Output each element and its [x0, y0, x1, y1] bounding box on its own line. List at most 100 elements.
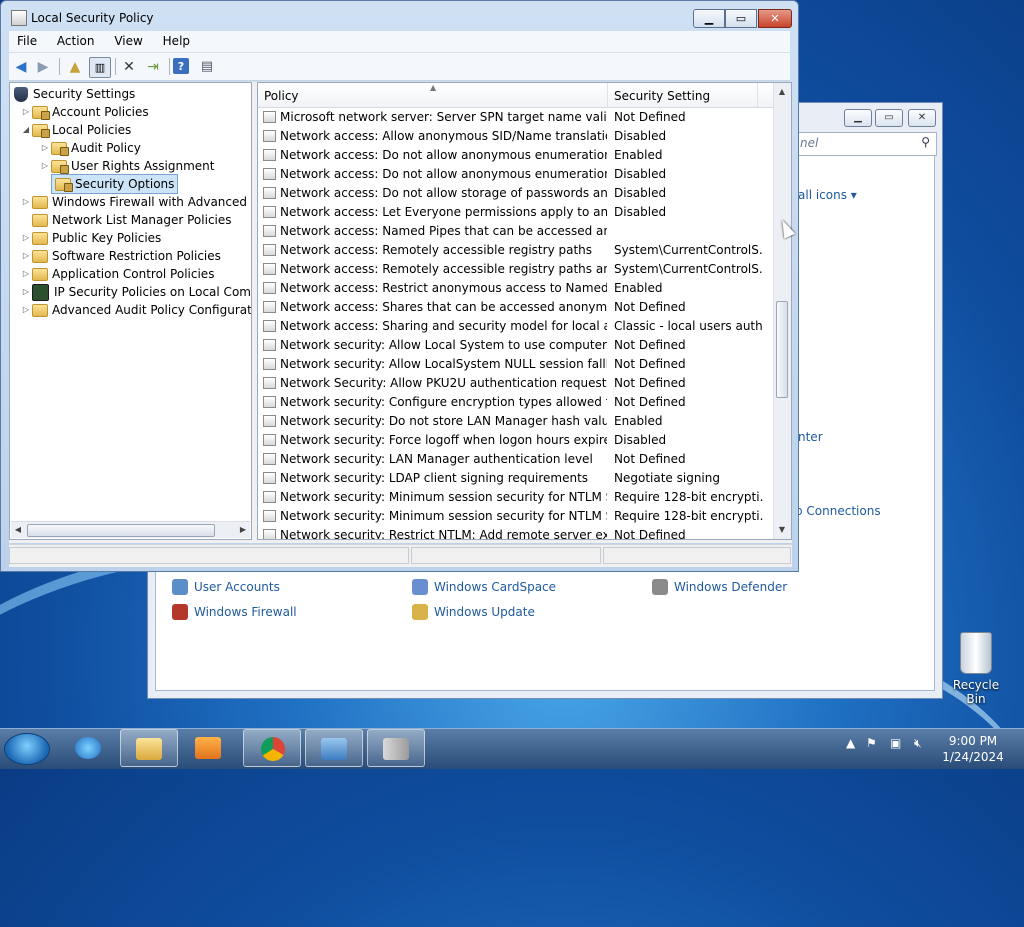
- expand-icon[interactable]: ▷: [20, 229, 32, 247]
- show-hidden-icons-icon[interactable]: ▲: [846, 736, 855, 750]
- table-row[interactable]: Network security: LAN Manager authentica…: [258, 450, 773, 469]
- table-row[interactable]: Microsoft network server: Server SPN tar…: [258, 108, 773, 127]
- tree-item-audit-policy[interactable]: ▷ Audit Policy: [39, 139, 141, 157]
- horizontal-scrollbar[interactable]: ◀ ▶: [11, 521, 250, 538]
- tree-item-security-settings[interactable]: Security Settings: [14, 85, 135, 103]
- delete-icon[interactable]: ✕: [119, 57, 139, 76]
- vertical-scrollbar[interactable]: ▲ ▼: [773, 83, 791, 539]
- table-row[interactable]: Network security: Configure encryption t…: [258, 393, 773, 412]
- show-hide-tree-icon[interactable]: ▥: [89, 57, 111, 78]
- scroll-down-icon[interactable]: ▼: [775, 523, 789, 537]
- table-row[interactable]: Network access: Sharing and security mod…: [258, 317, 773, 336]
- tree-item-windows-firewall[interactable]: ▷ Windows Firewall with Advanced Secu: [20, 193, 251, 211]
- expand-icon[interactable]: ▷: [20, 265, 32, 283]
- taskbar-local-security-policy[interactable]: [367, 729, 425, 767]
- close-button[interactable]: ✕: [908, 109, 936, 127]
- expand-icon[interactable]: ▷: [20, 283, 32, 301]
- table-row[interactable]: Network access: Do not allow anonymous e…: [258, 146, 773, 165]
- table-row[interactable]: Network access: Let Everyone permissions…: [258, 203, 773, 222]
- table-row[interactable]: Network access: Allow anonymous SID/Name…: [258, 127, 773, 146]
- expand-icon[interactable]: ▷: [20, 247, 32, 265]
- forward-arrow-icon[interactable]: ▶: [33, 57, 53, 76]
- menu-action[interactable]: Action: [49, 31, 103, 51]
- network-icon[interactable]: ▣: [890, 736, 901, 750]
- table-row[interactable]: Network access: Restrict anonymous acces…: [258, 279, 773, 298]
- tree-item-software-restriction[interactable]: ▷ Software Restriction Policies: [20, 247, 221, 265]
- table-row[interactable]: Network access: Do not allow storage of …: [258, 184, 773, 203]
- policy-name: Network access: Let Everyone permissions…: [280, 205, 607, 219]
- minimize-button[interactable]: ▁: [693, 9, 725, 28]
- table-row[interactable]: Network access: Shares that can be acces…: [258, 298, 773, 317]
- expand-icon[interactable]: ▷: [39, 139, 51, 157]
- cp-item-windows-firewall[interactable]: Windows Firewall: [172, 604, 297, 620]
- local-security-policy-window[interactable]: Local Security Policy ▁ ▭ ✕ File Action …: [0, 0, 799, 572]
- menu-file[interactable]: File: [9, 31, 45, 51]
- table-row[interactable]: Network security: Force logoff when logo…: [258, 431, 773, 450]
- volume-muted-icon[interactable]: 🔇︎: [914, 736, 922, 751]
- maximize-button[interactable]: ▭: [875, 109, 903, 127]
- table-row[interactable]: Network access: Named Pipes that can be …: [258, 222, 773, 241]
- search-icon[interactable]: ⚲: [921, 135, 930, 149]
- table-row[interactable]: Network security: Allow Local System to …: [258, 336, 773, 355]
- tree-item-local-policies[interactable]: ◢ Local Policies: [20, 121, 131, 139]
- partial-item-text[interactable]: nter: [798, 430, 823, 444]
- tree-item-public-key-policies[interactable]: ▷ Public Key Policies: [20, 229, 161, 247]
- clock[interactable]: 9:00 PM 1/24/2024: [930, 733, 1016, 765]
- control-panel-search-input[interactable]: nel ⚲: [795, 132, 937, 156]
- start-button[interactable]: [4, 733, 50, 765]
- taskbar-control-panel[interactable]: [305, 729, 363, 767]
- properties-icon[interactable]: ▤: [197, 57, 217, 76]
- tree-item-network-list-manager[interactable]: Network List Manager Policies: [20, 211, 232, 229]
- view-by-link[interactable]: all icons ▾: [798, 188, 857, 202]
- collapse-icon[interactable]: ◢: [20, 121, 32, 139]
- tree-item-advanced-audit[interactable]: ▷ Advanced Audit Policy Configuration: [20, 301, 251, 319]
- tree-item-security-options[interactable]: Security Options: [39, 174, 179, 194]
- table-row[interactable]: Network security: LDAP client signing re…: [258, 469, 773, 488]
- expand-icon[interactable]: ▷: [20, 103, 32, 121]
- table-row[interactable]: Network security: Minimum session securi…: [258, 507, 773, 526]
- cp-item-user-accounts[interactable]: User Accounts: [172, 579, 280, 595]
- minimize-button[interactable]: ▁: [844, 109, 872, 127]
- scroll-right-icon[interactable]: ▶: [236, 523, 250, 537]
- console-tree[interactable]: Security Settings ▷ Account Policies ◢ L…: [9, 82, 252, 540]
- taskbar-media-player[interactable]: [180, 729, 238, 767]
- menu-view[interactable]: View: [106, 31, 150, 51]
- expand-icon[interactable]: ▷: [39, 157, 51, 175]
- back-arrow-icon[interactable]: ◀: [11, 57, 31, 76]
- action-center-icon[interactable]: ⚑: [866, 736, 877, 750]
- taskbar-chrome[interactable]: [243, 729, 301, 767]
- help-icon[interactable]: ?: [173, 58, 189, 74]
- cp-item-windows-defender[interactable]: Windows Defender: [652, 579, 787, 595]
- table-row[interactable]: Network Security: Allow PKU2U authentica…: [258, 374, 773, 393]
- scroll-thumb[interactable]: [27, 524, 215, 537]
- up-folder-icon[interactable]: ▲: [65, 57, 85, 76]
- tree-item-account-policies[interactable]: ▷ Account Policies: [20, 103, 149, 121]
- tree-item-ip-security[interactable]: ▷ IP Security Policies on Local Compute: [20, 283, 251, 301]
- recycle-bin[interactable]: Recycle Bin: [944, 632, 1008, 706]
- export-list-icon[interactable]: ⇥: [143, 57, 163, 76]
- scroll-up-icon[interactable]: ▲: [775, 85, 789, 99]
- policy-list[interactable]: Policy ▲ Security Setting Microsoft netw…: [257, 82, 792, 540]
- cp-item-windows-update[interactable]: Windows Update: [412, 604, 535, 620]
- scroll-left-icon[interactable]: ◀: [11, 523, 25, 537]
- menu-help[interactable]: Help: [155, 31, 198, 51]
- taskbar-explorer[interactable]: [120, 729, 178, 767]
- tree-item-application-control[interactable]: ▷ Application Control Policies: [20, 265, 215, 283]
- taskbar-internet-explorer[interactable]: [60, 729, 118, 767]
- partial-item-text[interactable]: p Connections: [795, 504, 881, 518]
- table-row[interactable]: Network security: Allow LocalSystem NULL…: [258, 355, 773, 374]
- tree-item-user-rights-assignment[interactable]: ▷ User Rights Assignment: [39, 157, 214, 175]
- table-row[interactable]: Network access: Remotely accessible regi…: [258, 260, 773, 279]
- table-row[interactable]: Network security: Do not store LAN Manag…: [258, 412, 773, 431]
- maximize-button[interactable]: ▭: [725, 9, 757, 28]
- table-row[interactable]: Network access: Remotely accessible regi…: [258, 241, 773, 260]
- close-button[interactable]: ✕: [758, 9, 792, 28]
- column-header-security-setting[interactable]: Security Setting: [608, 83, 758, 107]
- cp-item-windows-cardspace[interactable]: Windows CardSpace: [412, 579, 556, 595]
- expand-icon[interactable]: ▷: [20, 193, 32, 211]
- table-row[interactable]: Network security: Minimum session securi…: [258, 488, 773, 507]
- table-row[interactable]: Network security: Restrict NTLM: Add rem…: [258, 526, 773, 539]
- scroll-thumb[interactable]: [776, 301, 788, 398]
- table-row[interactable]: Network access: Do not allow anonymous e…: [258, 165, 773, 184]
- expand-icon[interactable]: ▷: [20, 301, 32, 319]
